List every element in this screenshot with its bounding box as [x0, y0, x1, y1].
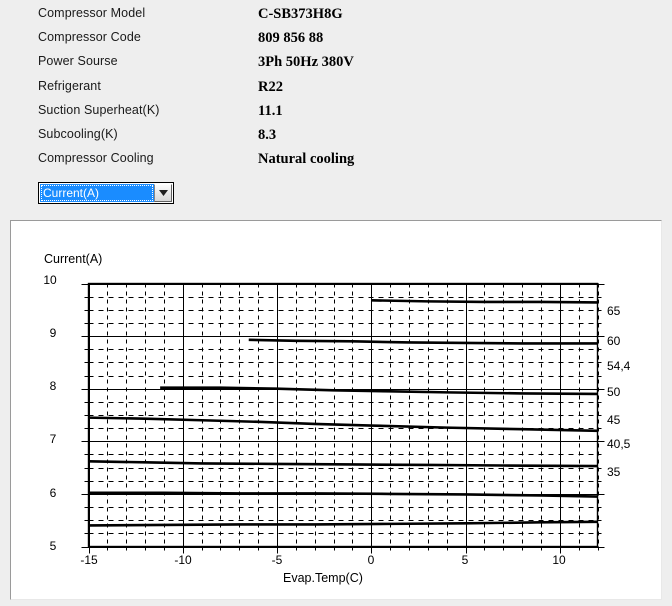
x-tick-label: -15 — [80, 553, 98, 567]
x-tick-label: 10 — [552, 553, 566, 567]
chart-legend: 65 60 54,4 50 45 40,5 35 — [607, 304, 631, 479]
legend-label-54-4: 54,4 — [607, 359, 631, 373]
y-axis-label: Current(A) — [44, 252, 102, 266]
spec-value-compressor-model: C-SB373H8G — [258, 6, 343, 22]
chart-series-65 — [371, 299, 598, 304]
y-tick-label: 7 — [50, 432, 57, 446]
spec-row: Refrigerant R22 — [0, 79, 672, 103]
x-tick-label: -10 — [174, 553, 192, 567]
x-axis-label: Evap.Temp(C) — [283, 571, 363, 585]
spec-label-refrigerant: Refrigerant — [38, 79, 101, 93]
chart-series-54-4 — [160, 386, 598, 396]
spec-row: Compressor Code 809 856 88 — [0, 30, 672, 54]
legend-label-65: 65 — [607, 304, 621, 318]
y-tick-label: 6 — [50, 486, 57, 500]
spec-value-refrigerant: R22 — [258, 79, 283, 95]
spec-row: Power Sourse 3Ph 50Hz 380V — [0, 54, 672, 78]
y-tick-label: 10 — [43, 273, 57, 287]
spec-label-suction-superheat: Suction Superheat(K) — [38, 103, 160, 117]
spec-row: Suction Superheat(K) 11.1 — [0, 103, 672, 127]
legend-label-50: 50 — [607, 385, 621, 399]
spec-value-subcooling: 8.3 — [258, 127, 277, 143]
spec-value-power-sourse: 3Ph 50Hz 380V — [258, 54, 354, 70]
legend-label-45: 45 — [607, 413, 621, 427]
spec-label-compressor-cooling: Compressor Cooling — [38, 151, 154, 165]
x-tick-label: 0 — [368, 553, 375, 567]
chart-type-select[interactable]: Current(A) — [38, 182, 174, 204]
chart-panel: Current(A) Evap.Temp(C) 10 9 8 7 6 5 -15… — [10, 220, 662, 600]
spec-row: Compressor Cooling Natural cooling — [0, 151, 672, 175]
chart-gridlines — [88, 283, 599, 548]
y-tick-label: 9 — [50, 326, 57, 340]
spec-label-subcooling: Subcooling(K) — [38, 127, 118, 141]
spec-label-compressor-model: Compressor Model — [38, 6, 146, 20]
legend-label-35: 35 — [607, 465, 621, 479]
chart-series-45 — [88, 459, 598, 468]
spec-label-power-sourse: Power Sourse — [38, 54, 118, 68]
chart-series-60 — [248, 338, 598, 345]
chevron-down-icon[interactable] — [154, 184, 172, 202]
spec-value-compressor-code: 809 856 88 — [258, 30, 324, 46]
spec-value-compressor-cooling: Natural cooling — [258, 151, 355, 167]
spec-row: Subcooling(K) 8.3 — [0, 127, 672, 151]
current-vs-evap-temp-chart: Current(A) Evap.Temp(C) 10 9 8 7 6 5 -15… — [43, 252, 631, 585]
legend-label-40-5: 40,5 — [607, 437, 631, 451]
y-tick-label: 5 — [50, 539, 57, 553]
spec-value-suction-superheat: 11.1 — [258, 103, 283, 119]
y-tick-label: 8 — [50, 379, 57, 393]
chart-type-select-value[interactable]: Current(A) — [40, 184, 154, 202]
x-tick-label: -5 — [272, 553, 283, 567]
legend-label-60: 60 — [607, 334, 621, 348]
compressor-spec-table: Compressor Model C-SB373H8G Compressor C… — [0, 0, 672, 180]
spec-label-compressor-code: Compressor Code — [38, 30, 141, 44]
spec-row: Compressor Model C-SB373H8G — [0, 6, 672, 30]
x-tick-label: 5 — [462, 553, 469, 567]
